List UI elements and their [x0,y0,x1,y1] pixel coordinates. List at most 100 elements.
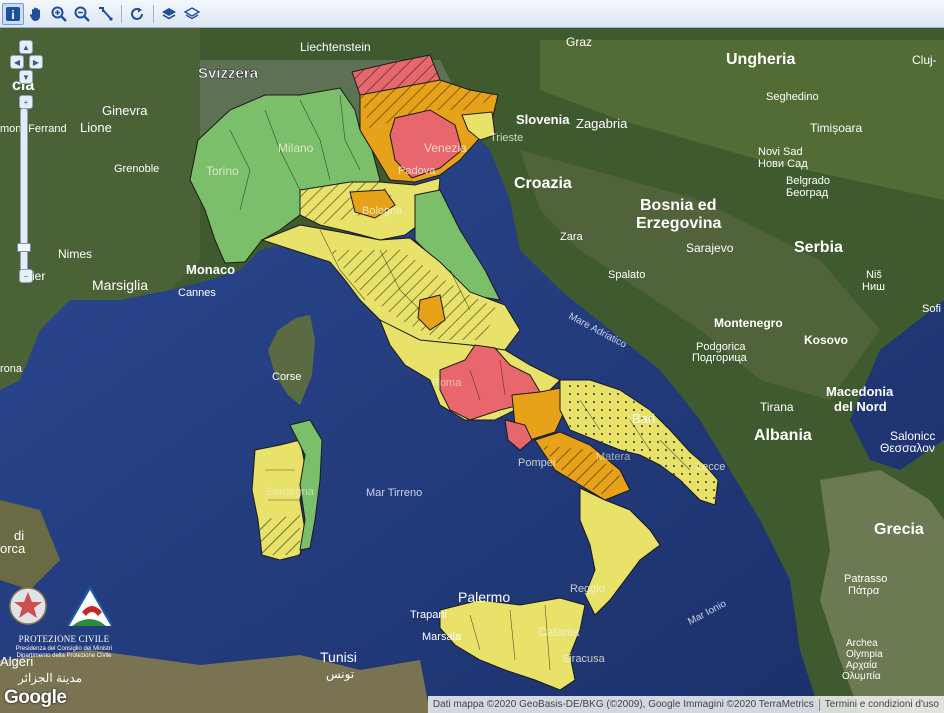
label-podgorica-cyr: Подгорица [692,352,748,364]
label-matera: Matera [596,451,631,463]
label-nimes: Nimes [58,247,92,261]
label-roma: Roma [432,377,462,389]
label-albania: Albania [754,427,812,444]
label-cluj: Cluj- [912,53,937,67]
attribution-text: Dati mappa ©2020 GeoBasis-DE/BKG (©2009)… [432,699,814,710]
label-svizzera: Svizzera [198,65,259,82]
label-ier-left: ier [32,269,45,283]
protezione-civile-logo: PROTEZIONE CIVILE Presidenza del Consigl… [2,582,124,674]
label-sofia: Sofi [922,303,941,315]
label-bosnia-1: Bosnia ed [640,197,716,214]
label-palermo: Palermo [458,589,510,605]
label-liechtenstein: Liechtenstein [300,40,371,54]
attribution-bar: Dati mappa ©2020 GeoBasis-DE/BKG (©2009)… [427,696,944,713]
logo-emblems [9,586,113,627]
zoom-in-icon[interactable] [48,3,70,25]
label-graz: Graz [566,35,592,49]
label-montferrand: mont-Ferrand [0,123,67,135]
label-milano: Milano [278,141,314,155]
label-spalato: Spalato [608,269,645,281]
label-torino: Torino [206,164,239,178]
label-timisoara: Timișoara [810,121,863,135]
zoom-out-icon[interactable] [71,3,93,25]
label-lecce: Lecce [696,461,725,473]
label-monaco: Monaco [186,262,235,277]
map-toolbar: i [0,0,944,28]
google-logo: Google [4,687,67,708]
label-sarajevo: Sarajevo [686,241,734,255]
label-nis: Niš [866,269,882,281]
label-ungheria: Ungheria [726,51,795,68]
label-tirana: Tirana [760,400,794,414]
logo-subtitle: Presidenza del Consiglio dei Ministri Di… [8,646,120,660]
label-archea-3: Αρχαία [846,659,877,671]
label-venezia: Venezia [424,141,467,155]
label-patrasso: Patrasso [844,573,887,585]
toolbar-separator [153,4,154,23]
label-lione: Lione [80,120,112,135]
pan-control: ▲ ◀ ▶ ▼ + [10,40,48,109]
label-grenoble: Grenoble [114,163,159,175]
label-patrasso-gr: Πάτρα [848,585,880,597]
label-cannes: Cannes [178,287,216,299]
label-seghedino: Seghedino [766,91,819,103]
label-mar-tirreno: Mar Tirreno [366,487,422,499]
label-siracusa: Siracusa [562,653,606,665]
label-belgrado: Belgrado [786,175,830,187]
zoom-minus-button[interactable]: − [19,269,33,283]
logo-subtitle-line-1: Presidenza del Consiglio dei Ministri [15,646,113,652]
label-catania: Catania [538,625,580,639]
label-macedonia-2: del Nord [834,399,887,414]
hatch-overlay [258,515,300,555]
label-grecia: Grecia [874,521,924,538]
label-padova: Padova [398,165,436,177]
label-belgrado-cyr: Београд [786,187,829,199]
label-marsala: Marsala [422,631,462,643]
label-bari: Bari [632,411,655,426]
label-montenegro: Montenegro [714,316,783,330]
label-reggio: Reggio [570,583,605,595]
zoom-plus-button[interactable]: + [19,95,33,109]
label-bologna: Bologna [362,205,403,217]
label-salonicco-gr: Θεσσαλον [880,441,935,455]
label-di-left: di [14,528,24,543]
label-ginevra: Ginevra [102,103,148,118]
pan-up-button[interactable]: ▲ [19,40,33,54]
label-novi-sad: Novi Sad [758,146,803,158]
label-zara: Zara [560,231,584,243]
label-sardegna: Sardegna [266,486,315,498]
label-archea-1: Archea [846,638,878,649]
label-pompei: Pompei [518,457,555,469]
layers-icon[interactable] [158,3,180,25]
layers-outline-icon[interactable] [181,3,203,25]
svg-text:i: i [11,8,14,22]
label-zagabria: Zagabria [576,116,628,131]
label-nis-cyr: Ниш [862,281,885,293]
label-trapani: Trapani [410,609,447,621]
info-icon[interactable]: i [2,2,24,25]
logo-subtitle-line-2: Dipartimento della Protezione Civile [16,653,112,659]
pan-right-button[interactable]: ▶ [29,55,43,69]
toolbar-separator [121,4,122,23]
refresh-icon[interactable] [126,3,148,25]
pan-hand-icon[interactable] [25,3,47,25]
label-archea-4: Ολυμπία [842,670,881,682]
zoom-slider-thumb[interactable] [17,243,31,252]
label-croazia: Croazia [514,175,572,192]
logo-title: PROTEZIONE CIVILE [18,634,110,644]
label-serbia: Serbia [794,239,843,256]
terms-link[interactable]: Termini e condizioni d'uso [820,699,944,710]
label-corse: Corse [272,371,301,383]
label-rona-left: rona [0,363,23,375]
label-orca-left: orca [0,541,26,556]
label-bosnia-2: Erzegovina [636,215,721,232]
measure-icon[interactable] [94,3,116,25]
label-slovenia: Slovenia [516,112,570,127]
label-tunisi-ar: تونس [326,667,354,681]
label-marsiglia: Marsiglia [92,277,148,293]
map-canvas[interactable]: Svizzera Liechtenstein Graz Ungheria Clu… [0,28,944,713]
pan-down-button[interactable]: ▼ [19,70,33,84]
label-novi-sad-cyr: Нови Сад [758,158,808,170]
label-archea-2: Olympia [846,649,883,660]
pan-left-button[interactable]: ◀ [10,55,24,69]
